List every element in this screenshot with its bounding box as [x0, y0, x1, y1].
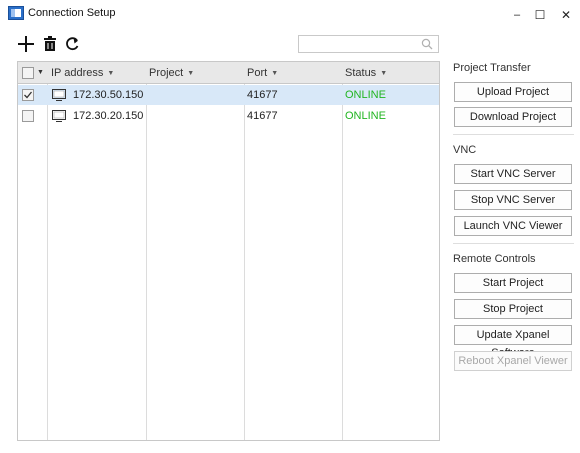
- divider: [453, 134, 574, 135]
- column-header-port[interactable]: Port ▼: [247, 62, 278, 84]
- select-all-checkbox[interactable]: [22, 67, 34, 79]
- search-input[interactable]: [298, 35, 439, 53]
- trash-icon[interactable]: [43, 34, 57, 54]
- column-header-port-label: Port: [247, 67, 268, 79]
- update-xpanel-software-button[interactable]: Update Xpanel Software: [454, 325, 572, 359]
- table-row[interactable]: 172.30.20.150 41677 ONLINE: [18, 106, 439, 126]
- window-title: Connection Setup: [28, 7, 116, 19]
- column-header-status-label: Status: [345, 67, 377, 79]
- row-checkbox[interactable]: [22, 89, 34, 101]
- column-header-status[interactable]: Status ▼: [345, 62, 387, 84]
- stop-vnc-server-button[interactable]: Stop VNC Server: [454, 190, 572, 210]
- upload-project-button[interactable]: Upload Project: [454, 82, 572, 102]
- ip-cell: 172.30.20.150: [73, 110, 144, 122]
- start-project-button[interactable]: Start Project: [454, 273, 572, 293]
- title-bar: Connection Setup – ☐ ✕: [0, 0, 580, 30]
- sort-caret-icon: ▼: [271, 70, 279, 77]
- sort-caret-icon: ▼: [187, 70, 195, 77]
- column-header-project[interactable]: Project ▼: [149, 62, 194, 84]
- select-all-caret-icon[interactable]: ▼: [37, 62, 44, 84]
- app-icon: [8, 6, 24, 20]
- refresh-icon[interactable]: [64, 34, 80, 54]
- sort-caret-icon: ▼: [107, 70, 115, 77]
- plus-icon[interactable]: [17, 34, 35, 54]
- row-checkbox[interactable]: [22, 110, 34, 122]
- download-project-button[interactable]: Download Project: [454, 107, 572, 127]
- ip-cell: 172.30.50.150: [73, 89, 144, 101]
- divider: [453, 243, 574, 244]
- stop-project-button[interactable]: Stop Project: [454, 299, 572, 319]
- status-cell: ONLINE: [345, 89, 386, 101]
- reboot-xpanel-viewer-button[interactable]: Reboot Xpanel Viewer: [454, 351, 572, 371]
- monitor-icon: [52, 110, 66, 122]
- status-cell: ONLINE: [345, 110, 386, 122]
- search-icon: [421, 38, 433, 50]
- connection-table: ▼ IP address ▼ Project ▼ Port ▼ Status ▼ 172…: [17, 61, 440, 441]
- column-header-project-label: Project: [149, 67, 184, 79]
- checkmark-icon: [24, 91, 33, 99]
- close-button[interactable]: ✕: [547, 0, 580, 30]
- table-row[interactable]: 172.30.50.150 41677 ONLINE: [18, 85, 439, 105]
- sort-caret-icon: ▼: [380, 70, 388, 77]
- start-vnc-server-button[interactable]: Start VNC Server: [454, 164, 572, 184]
- port-cell: 41677: [247, 89, 278, 101]
- section-label-project-transfer: Project Transfer: [453, 62, 531, 74]
- port-cell: 41677: [247, 110, 278, 122]
- table-header: ▼ IP address ▼ Project ▼ Port ▼ Status ▼: [18, 62, 439, 84]
- section-label-vnc: VNC: [453, 144, 477, 156]
- monitor-icon: [52, 89, 66, 101]
- column-header-ip[interactable]: IP address ▼: [51, 62, 114, 84]
- section-label-remote-controls: Remote Controls: [453, 253, 536, 265]
- launch-vnc-viewer-button[interactable]: Launch VNC Viewer: [454, 216, 572, 236]
- column-header-ip-label: IP address: [51, 67, 104, 79]
